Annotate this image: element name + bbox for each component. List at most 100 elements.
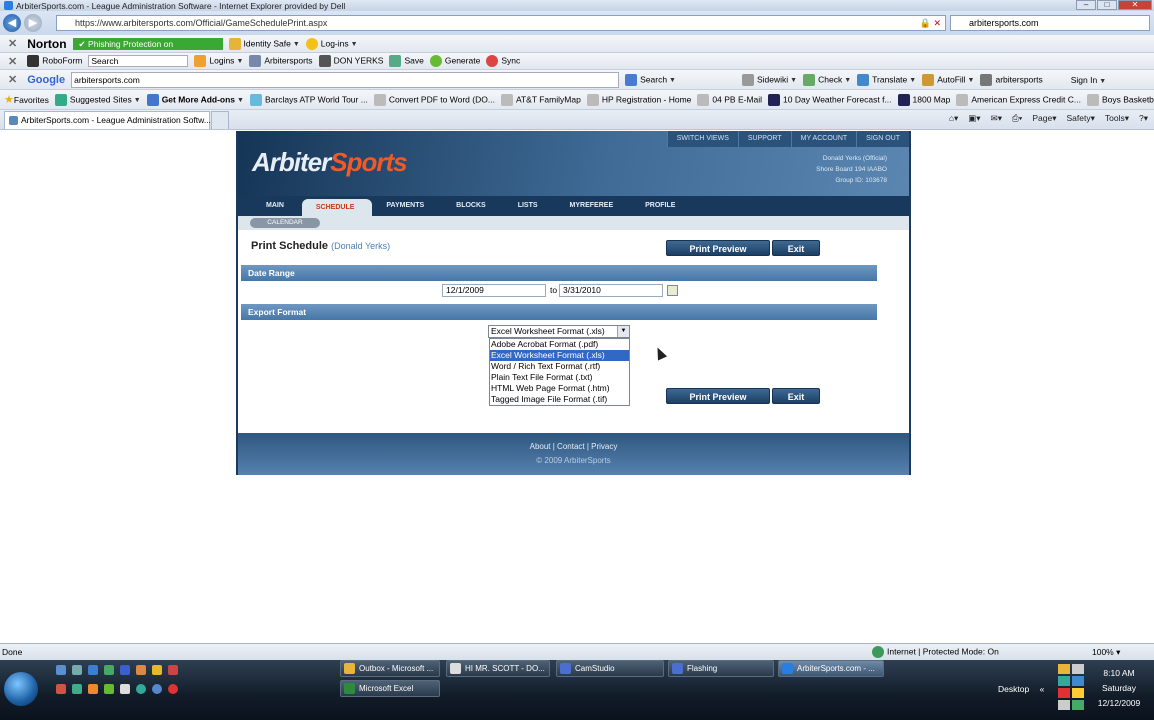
switch-views-link[interactable]: SWITCH VIEWS [666,131,738,147]
close-icon[interactable]: ✕ [4,55,21,68]
search-tab-field[interactable]: arbitersports.com [950,15,1150,31]
print-preview-button[interactable]: Print Preview [666,388,770,404]
arbitersports-logo[interactable]: ArbiterSports [252,147,408,178]
quicklaunch-icon[interactable] [104,684,114,694]
exit-button[interactable]: Exit [772,388,820,404]
roboform-brand[interactable]: RoboForm [27,55,82,67]
quicklaunch-icon[interactable] [88,665,98,675]
generate-button[interactable]: Generate [429,55,480,67]
option-htm[interactable]: HTML Web Page Format (.htm) [490,383,629,394]
exit-button-top[interactable]: Exit [772,240,820,256]
google-search-input[interactable]: arbitersports.com [71,71,620,88]
task-flashing[interactable]: Flashing [668,660,774,677]
identity-safe-button[interactable]: Identity Safe ▼ [228,37,300,50]
google-search-button[interactable]: Search ▼ [625,73,676,86]
nav-profile[interactable]: PROFILE [631,196,693,216]
arbitersports-bookmark[interactable]: arbitersports [980,73,1043,86]
zoom-level[interactable]: 100% ▾ [1092,647,1120,658]
tray-icon[interactable] [1072,676,1084,686]
start-button[interactable] [4,672,38,706]
option-txt[interactable]: Plain Text File Format (.txt) [490,372,629,383]
fav-barclays[interactable]: Barclays ATP World Tour ... [249,93,368,106]
mail-icon[interactable]: ✉▾ [991,113,1002,124]
nav-main[interactable]: MAIN [252,196,302,216]
nav-schedule[interactable]: SCHEDULE [301,199,373,216]
date-from-input[interactable]: 12/1/2009 [442,284,546,297]
task-excel[interactable]: Microsoft Excel [340,680,440,697]
tray-icon[interactable] [1058,688,1070,698]
tray-icon[interactable] [1072,664,1084,674]
nav-payments[interactable]: PAYMENTS [372,196,442,216]
my-account-link[interactable]: MY ACCOUNT [790,131,857,147]
translate-button[interactable]: Translate ▼ [857,73,916,86]
tray-icon[interactable] [1058,664,1070,674]
quicklaunch-icon[interactable] [152,665,162,675]
quicklaunch-icon[interactable] [56,665,66,675]
sync-button[interactable]: Sync [486,55,520,67]
sign-out-link[interactable]: SIGN OUT [856,131,909,147]
close-icon[interactable]: ✕ [4,37,21,50]
url-field[interactable]: https://www.arbitersports.com/Official/G… [56,15,946,31]
tools-menu[interactable]: Tools▾ [1105,113,1129,124]
fav-att[interactable]: AT&T FamilyMap [500,93,581,106]
safety-menu[interactable]: Safety▾ [1066,113,1094,124]
date-to-input[interactable]: 3/31/2010 [559,284,663,297]
logins-menu[interactable]: Logins ▼ [194,55,243,67]
fav-boys-basketball[interactable]: Boys Basketball [1086,93,1154,106]
desktop-toolbar[interactable]: Desktop « [998,684,1044,694]
print-icon[interactable]: ⎙▾ [1012,113,1022,124]
fav-weather[interactable]: 10 Day Weather Forecast f... [768,93,892,106]
option-rtf[interactable]: Word / Rich Text Format (.rtf) [490,361,629,372]
quicklaunch-icon[interactable] [168,684,178,694]
option-tif[interactable]: Tagged Image File Format (.tif) [490,394,629,405]
export-format-select[interactable]: Excel Worksheet Format (.xls) ▼ [488,325,630,338]
quicklaunch-icon[interactable] [168,665,178,675]
help-icon[interactable]: ?▾ [1139,113,1148,124]
fav-get-addons[interactable]: Get More Add-ons ▼ [146,93,244,106]
fav-pb-email[interactable]: 04 PB E-Mail [697,93,762,106]
autofill-button[interactable]: AutoFill ▼ [922,73,974,86]
close-icon[interactable]: ✕ [4,73,21,86]
tray-icon[interactable] [1058,700,1070,710]
chevron-left-icon[interactable]: « [1040,684,1045,694]
home-icon[interactable]: ⌂▾ [949,113,958,124]
roboform-search[interactable]: Search [88,55,189,67]
quicklaunch-icon[interactable] [56,684,66,694]
tray-icon[interactable] [1072,700,1084,710]
phishing-status[interactable]: ✔ Phishing Protection on [72,37,223,50]
task-arbitersports[interactable]: ArbiterSports.com - ... [778,660,884,677]
quicklaunch-icon[interactable] [104,665,114,675]
feeds-icon[interactable]: ▣▾ [968,113,980,124]
nav-blocks[interactable]: BLOCKS [442,196,504,216]
quicklaunch-icon[interactable] [88,684,98,694]
check-button[interactable]: Check ▼ [803,73,851,86]
quicklaunch-icon[interactable] [152,684,162,694]
sign-in-button[interactable]: Sign In ▼ [1071,75,1106,85]
option-pdf[interactable]: Adobe Acrobat Format (.pdf) [490,339,629,350]
maximize-button[interactable]: □ [1097,0,1117,10]
tab-arbitersports[interactable]: ArbiterSports.com - League Administratio… [4,110,211,129]
quicklaunch-icon[interactable] [136,684,146,694]
nav-myreferee[interactable]: MYREFEREE [556,196,632,216]
fav-suggested-sites[interactable]: Suggested Sites ▼ [54,93,141,106]
task-outbox[interactable]: Outbox - Microsoft ... [340,660,440,677]
support-link[interactable]: SUPPORT [737,131,791,147]
tray-icon[interactable] [1058,676,1070,686]
fav-1800map[interactable]: 1800 Map [897,93,950,106]
quicklaunch-icon[interactable] [120,665,130,675]
clock[interactable]: 8:10 AM Saturday 12/12/2009 [1094,666,1144,711]
quicklaunch-icon[interactable] [72,684,82,694]
new-tab-button[interactable] [211,110,229,129]
logins-button[interactable]: Log-ins ▼ [305,37,358,50]
calendar-icon[interactable] [667,285,678,296]
task-camstudio[interactable]: CamStudio [556,660,664,677]
task-hi-mr-scott[interactable]: HI MR. SCOTT - DO... [446,660,550,677]
back-button[interactable]: ◀ [3,14,21,32]
print-preview-button-top[interactable]: Print Preview [666,240,770,256]
option-xls[interactable]: Excel Worksheet Format (.xls) [490,350,629,361]
sidewiki-button[interactable]: Sidewiki ▼ [741,73,797,86]
quicklaunch-icon[interactable] [136,665,146,675]
fav-convert-pdf[interactable]: Convert PDF to Word (DO... [373,93,495,106]
page-menu[interactable]: Page▾ [1032,113,1056,124]
don-yerks-identity[interactable]: DON YERKS [318,55,383,67]
